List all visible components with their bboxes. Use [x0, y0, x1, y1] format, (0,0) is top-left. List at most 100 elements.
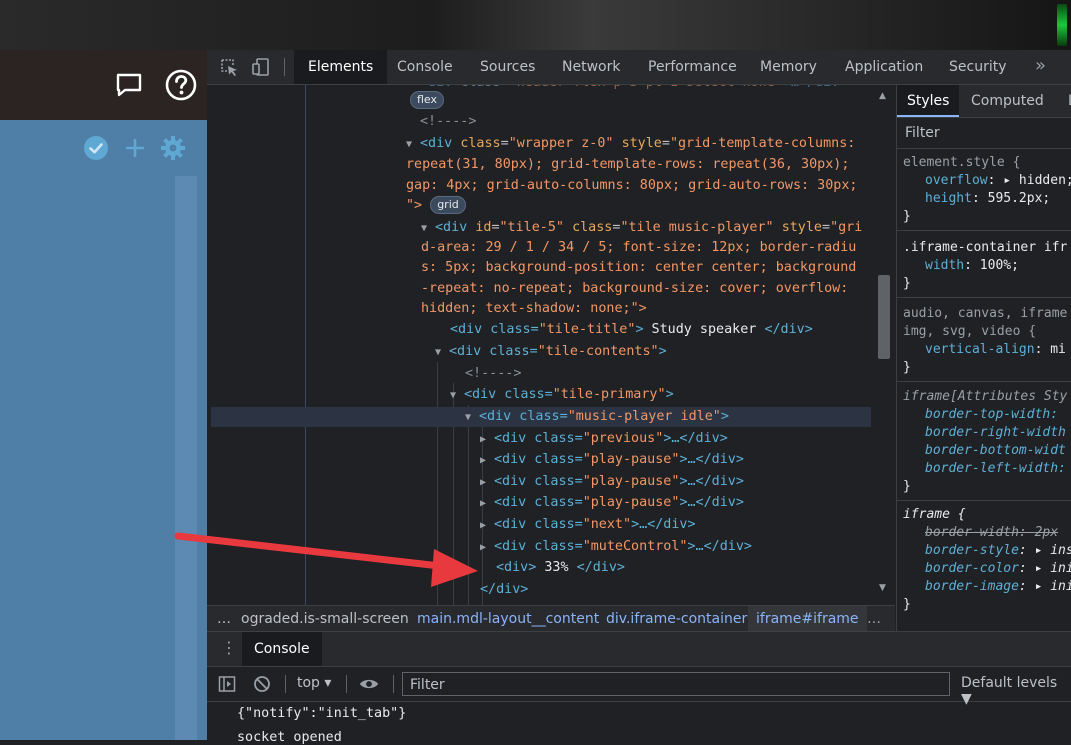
- tree-row: gap: 4px; grid-auto-columns: 80px; grid-…: [406, 178, 858, 193]
- help-icon[interactable]: [164, 68, 198, 102]
- tab-network[interactable]: Network: [548, 50, 634, 84]
- tab-sources[interactable]: Sources: [466, 50, 549, 84]
- app-body: [0, 120, 207, 740]
- style-rule-ua: audio, canvas, iframe img, svg, video { …: [897, 305, 1071, 382]
- tree-row: hidden; text-shadow: none;">: [421, 301, 647, 316]
- settings-gear-icon[interactable]: [159, 134, 187, 162]
- collapse-triangle-icon[interactable]: ▶: [480, 473, 494, 493]
- console-filter-input[interactable]: Filter: [402, 672, 950, 696]
- style-rule-attributes: iframe[Attributes Sty border-top-width: …: [897, 388, 1071, 501]
- breadcrumb-more[interactable]: …: [867, 606, 881, 632]
- tree-row: s: 5px; background-position: center cent…: [421, 260, 857, 275]
- style-rule-iframe: iframe { border-width: 2px border-style:…: [903, 507, 1071, 612]
- tree-row-wrapper[interactable]: ▼ <div class="wrapper z-0" style="grid-te…: [406, 134, 855, 154]
- indent-guide: [437, 362, 438, 622]
- tree-row: </div>: [480, 582, 529, 597]
- context-select[interactable]: top ▾: [297, 675, 331, 691]
- collapse-triangle-icon[interactable]: ▶: [480, 430, 494, 450]
- collapse-triangle-icon[interactable]: ▶: [480, 451, 494, 471]
- tree-row-music-player[interactable]: ▼ <div class="music-player idle">: [211, 407, 871, 427]
- tree-row: "> grid: [406, 196, 466, 216]
- feedback-icon[interactable]: [114, 70, 144, 100]
- breadcrumb-item[interactable]: main.mdl-layout__content: [417, 606, 599, 632]
- console-message: {"notify":"init_tab"}: [237, 706, 407, 721]
- tab-layout[interactable]: L: [1058, 85, 1071, 117]
- styles-pane: Styles Computed L Filter element.style {…: [896, 85, 1071, 631]
- expand-triangle-icon[interactable]: ▼: [421, 219, 435, 239]
- tab-console[interactable]: Console: [383, 50, 467, 84]
- tab-security[interactable]: Security: [935, 50, 1021, 84]
- devtools-panel: Elements Console Sources Network Perform…: [207, 50, 1071, 745]
- green-glow: [1057, 4, 1067, 46]
- styles-filter-input[interactable]: Filter: [897, 118, 1071, 149]
- tree-row-child[interactable]: ▶ <div class="play-pause">…</div>: [480, 450, 744, 470]
- flex-badge[interactable]: flex: [410, 91, 445, 109]
- add-icon[interactable]: [121, 134, 149, 162]
- elements-scrollbar[interactable]: ▲ ▼: [876, 85, 892, 648]
- tree-row-tile-primary[interactable]: ▼ <div class="tile-primary">: [450, 385, 674, 405]
- breadcrumb-item-active[interactable]: iframe#iframe: [748, 606, 867, 632]
- tab-elements[interactable]: Elements: [294, 50, 388, 84]
- breadcrumb-item[interactable]: div.iframe-container: [606, 606, 747, 632]
- tree-row-percent[interactable]: <div> 33% </div>: [496, 558, 625, 578]
- devtools-tabbar: Elements Console Sources Network Perform…: [207, 50, 1071, 85]
- tree-row-child[interactable]: ▶ <div class="play-pause">…</div>: [480, 493, 744, 513]
- browser-top-strip: [0, 0, 1071, 50]
- clear-console-icon[interactable]: [252, 674, 272, 694]
- expand-triangle-icon[interactable]: ▼: [465, 408, 479, 428]
- tree-row: <!---->: [465, 366, 522, 381]
- style-rule-element: element.style { overflow: ▸ hidden; heig…: [897, 154, 1071, 231]
- app-scrollbar[interactable]: [175, 176, 197, 740]
- log-levels-select[interactable]: Default levels ▼: [961, 675, 1071, 707]
- console-toolbar: top ▾ Filter Default levels ▼: [207, 667, 1071, 707]
- breadcrumb: … ograded.is-small-screen main.mdl-layou…: [207, 605, 895, 632]
- check-circle-icon[interactable]: [82, 134, 110, 162]
- drawer-menu-icon[interactable]: ⋮: [221, 638, 237, 657]
- console-message: socket opened: [237, 730, 342, 745]
- console-drawer: ⋮ Console top ▾ Filter Default levels ▼ …: [207, 631, 1071, 745]
- tab-computed[interactable]: Computed: [961, 85, 1054, 117]
- scroll-up-icon[interactable]: ▲: [879, 91, 886, 101]
- drawer-tabbar: ⋮ Console: [207, 632, 1071, 667]
- live-expression-eye-icon[interactable]: [359, 674, 379, 694]
- indent-guide: [468, 405, 469, 622]
- collapse-triangle-icon[interactable]: ▶: [480, 516, 494, 536]
- scroll-thumb[interactable]: [878, 275, 890, 359]
- tree-row: <div class="header flex p-3 pl-1 select-…: [420, 85, 847, 93]
- styles-tabbar: Styles Computed L: [897, 85, 1071, 118]
- app-header: [0, 50, 207, 120]
- tree-row-tile-title[interactable]: <div class="tile-title"> Study speaker <…: [450, 320, 813, 340]
- expand-triangle-icon[interactable]: ▼: [435, 343, 449, 363]
- inspect-element-icon[interactable]: [218, 56, 240, 78]
- tab-memory[interactable]: Memory: [746, 50, 831, 84]
- drawer-tab-console[interactable]: Console: [242, 632, 322, 666]
- collapse-triangle-icon[interactable]: ▶: [480, 538, 494, 558]
- scroll-down-icon[interactable]: ▼: [879, 583, 886, 593]
- expand-triangle-icon[interactable]: ▼: [406, 135, 420, 155]
- collapse-triangle-icon[interactable]: ▶: [480, 494, 494, 514]
- elements-tree: <div class="header flex p-3 pl-1 select-…: [207, 85, 895, 648]
- expand-triangle-icon[interactable]: ▼: [450, 386, 464, 406]
- tree-row-child[interactable]: ▶ <div class="next">…</div>: [480, 515, 696, 535]
- tree-row-tile[interactable]: ▼ <div id="tile-5" class="tile music-play…: [421, 218, 862, 238]
- tree-row: -repeat: no-repeat; background-size: cov…: [421, 281, 849, 296]
- more-tabs-icon[interactable]: »: [1035, 50, 1046, 84]
- device-toolbar-icon[interactable]: [250, 56, 272, 78]
- tree-row-child[interactable]: ▶ <div class="play-pause">…</div>: [480, 472, 744, 492]
- tree-row-child[interactable]: ▶ <div class="previous">…</div>: [480, 429, 728, 449]
- breadcrumb-item[interactable]: ograded.is-small-screen: [241, 606, 409, 632]
- sidebar-toggle-icon[interactable]: [217, 674, 237, 694]
- gutter-line: [305, 85, 306, 648]
- grid-badge[interactable]: grid: [430, 196, 466, 214]
- tree-row-child[interactable]: ▶ <div class="muteControl">…</div>: [480, 537, 752, 557]
- tab-application[interactable]: Application: [831, 50, 937, 84]
- tree-row: <!---->: [420, 114, 477, 129]
- tree-row: repeat(31, 80px); grid-template-rows: re…: [406, 157, 850, 172]
- tab-styles[interactable]: Styles: [897, 85, 960, 117]
- breadcrumb-more[interactable]: …: [217, 606, 231, 632]
- tree-row: flex: [410, 91, 445, 111]
- tree-row: d-area: 29 / 1 / 34 / 5; font-size: 12px…: [421, 240, 857, 255]
- tab-performance[interactable]: Performance: [634, 50, 751, 84]
- tree-row-tile-contents[interactable]: ▼ <div class="tile-contents">: [435, 342, 667, 362]
- style-rule-iframe-container: .iframe-container ifr width: 100%; }: [897, 239, 1071, 298]
